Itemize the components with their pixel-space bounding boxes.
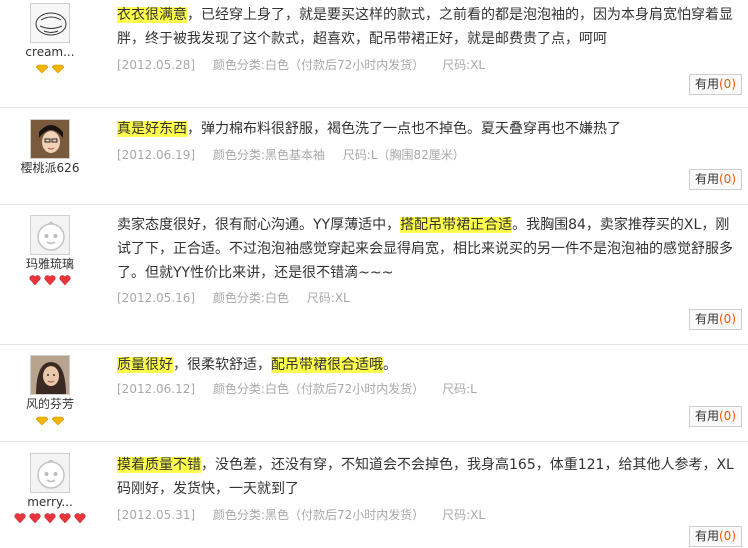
reviewer-info: 玛雅琉璃 [0,215,100,286]
review-text: 衣衣很满意，已经穿上身了，就是要买这样的款式，之前看的都是泡泡袖的，因为本身肩宽… [117,3,742,51]
review-body-mid: ，很柔软舒适， [173,357,271,373]
reviewer-level-badge [0,512,100,524]
review-item: 风的芬芳 质量很好，很柔软舒适，配吊带裙很合适哦。 [2012.06.12] 颜… [0,345,748,442]
useful-button[interactable]: 有用(0) [688,74,742,95]
heart-icon [44,275,56,286]
useful-button[interactable]: 有用(0) [688,309,742,330]
useful-label: 有用 [694,529,719,543]
review-text: 卖家态度很好，很有耐心沟通。YY厚薄适中，搭配吊带裙正合适。我胸围84，卖家推荐… [117,213,742,285]
review-color: 颜色分类:黑色（付款后72小时内发货） [212,508,425,522]
heart-icon [59,513,71,524]
useful-button[interactable]: 有用(0) [688,169,742,190]
review-size: 尺码:L [442,382,477,396]
review-color: 颜色分类:白色 [212,291,289,305]
review-date: [2012.05.31] [117,508,196,522]
heart-icon [74,513,86,524]
review-highlight: 质量很好 [117,357,173,373]
diamond-icon [36,416,49,426]
review-body: 。 [383,357,397,373]
review-highlight: 摸着质量不错 [117,457,201,473]
review-meta: [2012.05.16] 颜色分类:白色 尺码:XL [117,290,742,306]
avatar-image [31,120,69,158]
useful-label: 有用 [694,172,719,186]
review-text: 质量很好，很柔软舒适，配吊带裙很合适哦。 [117,353,742,377]
useful-label: 有用 [694,77,719,91]
diamond-icon [51,416,64,426]
default-avatar-icon [31,216,69,254]
useful-button[interactable]: 有用(0) [688,406,742,427]
heart-icon [29,513,41,524]
review-meta: [2012.06.19] 颜色分类:黑色基本袖 尺码:L（胸围82厘米） [117,147,742,163]
review-size: 尺码:XL [306,291,350,305]
useful-label: 有用 [694,312,719,326]
reviewer-name[interactable]: 樱桃派626 [0,161,100,176]
review-text: 真是好东西，弹力棉布料很舒服，褐色洗了一点也不掉色。夏天叠穿再也不嫌热了 [117,117,742,141]
review-date: [2012.05.16] [117,291,196,305]
review-date: [2012.05.28] [117,58,196,72]
review-date: [2012.06.12] [117,382,196,396]
avatar[interactable] [30,355,70,395]
review-item: 玛雅琉璃 卖家态度很好，很有耐心沟通。YY厚薄适中，搭配吊带裙正合适。我胸围84… [0,205,748,345]
review-color: 颜色分类:白色（付款后72小时内发货） [212,382,425,396]
reviewer-level-badge [0,62,100,74]
review-meta: [2012.05.28] 颜色分类:白色（付款后72小时内发货） 尺码:XL [117,57,742,73]
reviewer-info: 风的芬芳 [0,355,100,426]
diamond-icon [51,64,64,74]
avatar[interactable] [30,215,70,255]
diamond-icon [36,64,49,74]
useful-label: 有用 [694,409,719,423]
useful-button[interactable]: 有用(0) [688,526,742,547]
reviewer-level-badge [0,274,100,286]
default-avatar-icon [31,454,69,492]
heart-icon [14,513,26,524]
review-body: ，没色差，还没有穿，不知道会不会掉色，我身高165，体重121，给其他人参考，X… [117,457,734,497]
reviewer-info: cream... [0,3,100,74]
reviewer-level-badge [0,414,100,426]
review-highlight: 衣衣很满意 [117,7,187,23]
useful-count: (0) [719,312,736,326]
avatar[interactable] [30,119,70,159]
review-date: [2012.06.19] [117,148,196,162]
review-highlight: 搭配吊带裙正合适 [400,217,513,233]
review-color: 颜色分类:白色（付款后72小时内发货） [212,58,425,72]
review-highlight: 真是好东西 [117,121,187,137]
reviewer-name[interactable]: merry... [0,495,100,510]
review-body-pre: 卖家态度很好，很有耐心沟通。YY厚薄适中， [117,217,401,233]
review-body: ，已经穿上身了，就是要买这样的款式，之前看的都是泡泡袖的，因为本身肩宽怕穿着显胖… [117,7,733,47]
avatar[interactable] [30,453,70,493]
review-size: 尺码:XL [442,508,486,522]
review-size: 尺码:XL [442,58,486,72]
review-meta: [2012.06.12] 颜色分类:白色（付款后72小时内发货） 尺码:L [117,381,742,397]
review-item: cream... 衣衣很满意，已经穿上身了，就是要买这样的款式，之前看的都是泡泡… [0,0,748,108]
avatar[interactable] [30,3,70,43]
heart-icon [29,275,41,286]
useful-count: (0) [719,77,736,91]
review-highlight-2: 配吊带裙很合适哦 [271,357,383,373]
heart-icon [59,275,71,286]
reviewer-info: 樱桃派626 [0,119,100,176]
avatar-image [31,4,69,42]
useful-count: (0) [719,172,736,186]
useful-count: (0) [719,529,736,543]
review-meta: [2012.05.31] 颜色分类:黑色（付款后72小时内发货） 尺码:XL [117,507,742,523]
review-text: 摸着质量不错，没色差，还没有穿，不知道会不会掉色，我身高165，体重121，给其… [117,453,742,501]
reviewer-info: merry... [0,453,100,524]
avatar-image [31,356,69,394]
useful-count: (0) [719,409,736,423]
heart-icon [44,513,56,524]
review-body: ，弹力棉布料很舒服，褐色洗了一点也不掉色。夏天叠穿再也不嫌热了 [187,121,621,137]
reviewer-name[interactable]: 玛雅琉璃 [0,257,100,272]
review-item: 樱桃派626 真是好东西，弹力棉布料很舒服，褐色洗了一点也不掉色。夏天叠穿再也不… [0,108,748,205]
review-item: merry... 摸着质量不错，没色差，还没有穿，不知道会不会掉色，我身高165… [0,442,748,548]
review-color: 颜色分类:黑色基本袖 [212,148,325,162]
review-size: 尺码:L（胸围82厘米） [342,148,465,162]
